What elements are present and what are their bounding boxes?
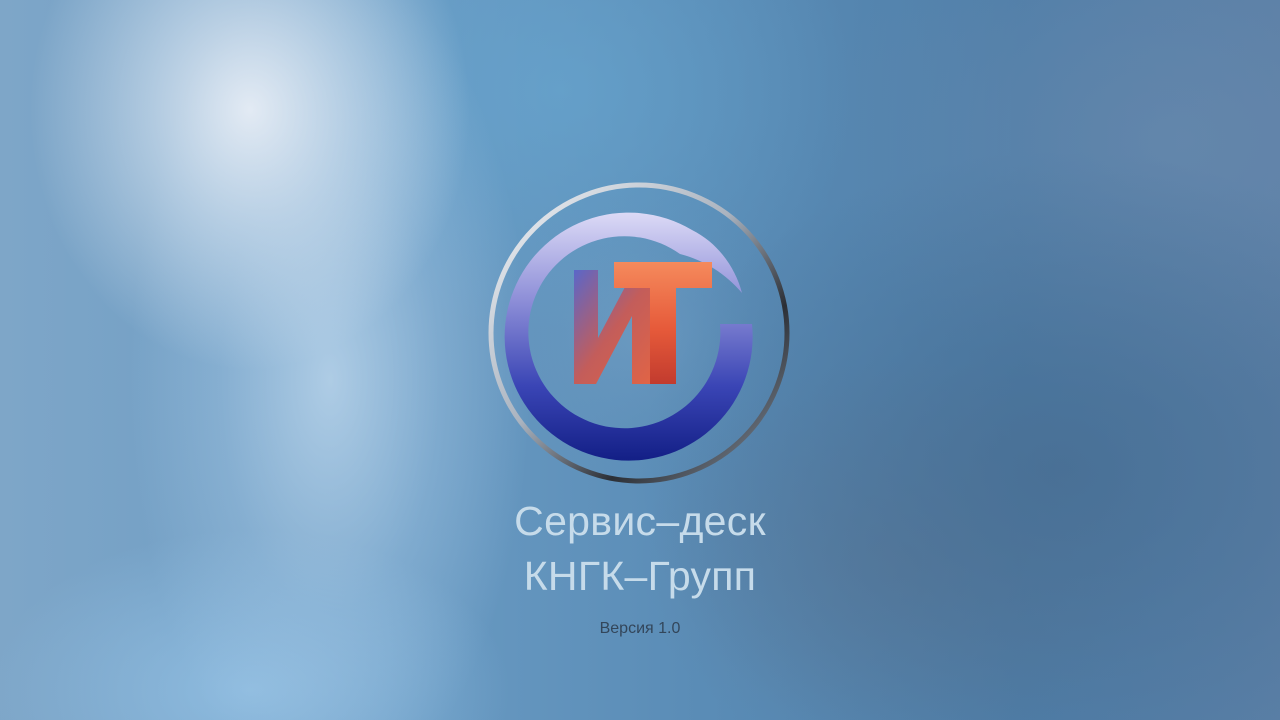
it-logo-icon xyxy=(484,178,794,488)
version-label: Версия 1.0 xyxy=(599,620,681,637)
app-title-line-1: Сервис–деск xyxy=(514,498,766,544)
app-title-line-2: КНГК–Групп xyxy=(523,553,757,599)
splash-screen: Сервис–деск КНГК–Групп Версия 1.0 xyxy=(0,0,1280,720)
